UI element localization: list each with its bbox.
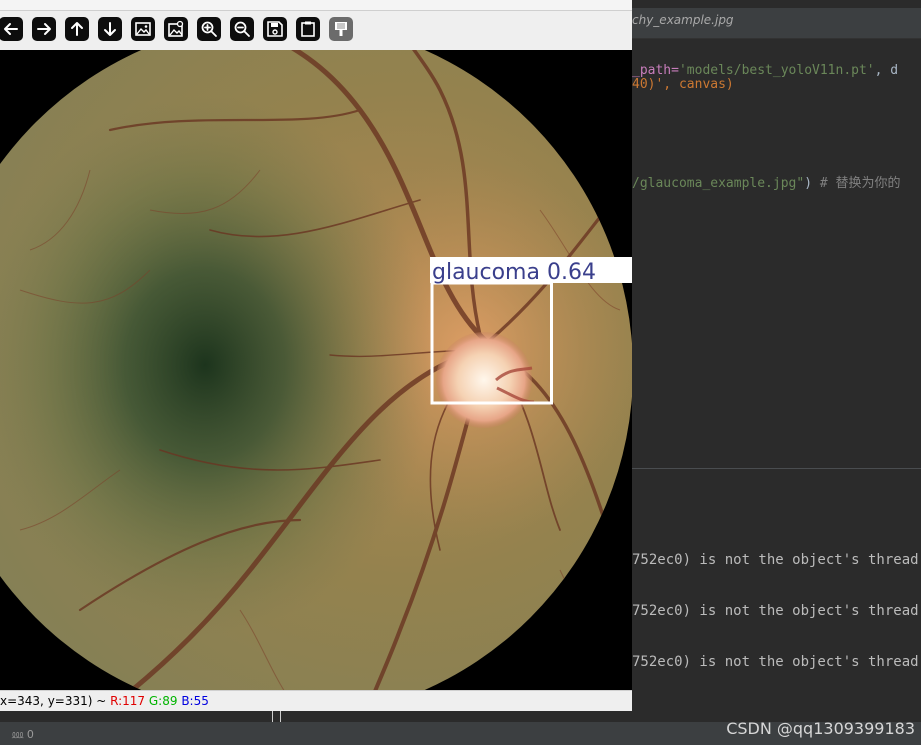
arrow-left-icon [4,23,18,35]
save-icon [267,21,283,37]
code-comment: # 替换为你的 [819,176,901,191]
panel-divider[interactable] [632,468,921,469]
zoom-out-button[interactable] [230,17,254,41]
viewer-toolbar [0,12,632,48]
console-line: 752ec0) is not the object's thread [632,603,919,619]
viewer-status-bar: x=343, y=331) ~ R:117 G:89 B:55 [0,690,632,711]
code-token: _path= [632,63,679,78]
arrow-down-icon [104,22,116,36]
code-line: 40)', canvas) [632,77,734,92]
console-line: 752ec0) is not the object's thread [632,654,919,670]
save-button[interactable] [263,17,287,41]
code-string: 'models/best_yoloV11n.pt' [678,63,875,78]
arrow-up-icon [71,22,83,36]
zoom-in-button[interactable] [197,17,221,41]
original-size-button[interactable] [164,17,188,41]
pixel-coordinates: x=343, y=331) ~ [0,694,111,708]
pixel-green-value: G:89 [148,694,178,708]
image-viewer-window: glaucoma 0.64 x=343, y=331) ~ R:117 G:89… [0,0,632,711]
editor-tab[interactable]: chy_example.jpg [632,13,734,27]
image-zoom-icon [168,20,184,37]
run-console [632,470,921,722]
pan-up-button[interactable] [65,17,89,41]
image-canvas[interactable]: glaucoma 0.64 [0,50,632,690]
detection-label: glaucoma 0.64 [432,260,596,285]
arrow-right-icon [37,23,51,35]
pixel-red-value: R:117 [110,694,146,708]
brush-icon [335,22,347,36]
properties-button[interactable] [329,17,353,41]
pan-down-button[interactable] [98,17,122,41]
image-icon [135,22,151,36]
window-title-bar[interactable] [0,0,632,11]
code-token: , d [874,63,899,78]
console-line: 752ec0) is not the object's thread [632,552,919,568]
code-line: /glaucoma_example.jpg") # 替换为你的 [632,172,901,191]
pan-right-button[interactable] [32,17,56,41]
fundus-image: glaucoma 0.64 [0,50,632,690]
clipboard-icon [301,21,315,37]
zoom-out-icon [234,21,250,37]
copy-clipboard-button[interactable] [296,17,320,41]
pixel-blue-value: B:55 [181,694,209,708]
code-token: ) [804,176,820,191]
pan-left-button[interactable] [0,17,23,41]
watermark: CSDN @qq1309399183 [726,719,915,738]
fit-image-button[interactable] [131,17,155,41]
code-string: /glaucoma_example.jpg" [632,176,805,191]
code-line: _path='models/best_yoloV11n.pt', d [632,63,898,78]
status-indicator: ⅏ 0 [12,728,34,741]
zoom-in-icon [201,21,217,37]
